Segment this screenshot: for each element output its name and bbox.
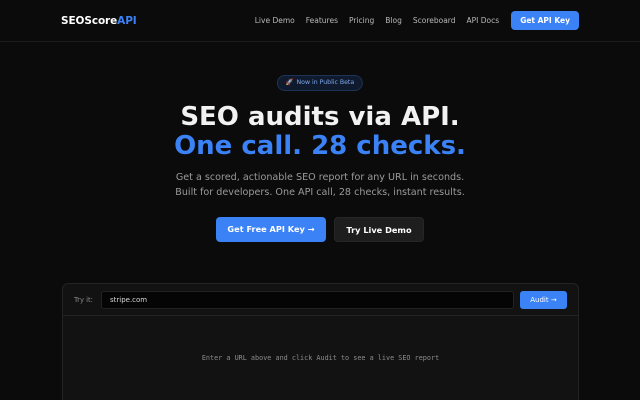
nav-link-features[interactable]: Features — [306, 16, 338, 25]
url-input[interactable] — [100, 290, 514, 309]
audit-button[interactable]: Audit → — [520, 290, 567, 309]
hero-subtitle-line2: Built for developers. One API call, 28 c… — [175, 187, 465, 198]
site-logo[interactable]: SEOScoreAPI — [61, 15, 137, 27]
live-demo-panel: Try it: Audit → Enter a URL above and cl… — [62, 283, 579, 400]
nav-link-pricing[interactable]: Pricing — [349, 16, 374, 25]
nav-link-scoreboard[interactable]: Scoreboard — [413, 16, 456, 25]
demo-input-bar: Try it: Audit → — [63, 284, 578, 316]
get-api-key-button[interactable]: Get API Key — [511, 11, 579, 30]
hero-title-line1: SEO audits via API. — [180, 102, 460, 132]
hero-title-line2: One call. 28 checks. — [174, 131, 466, 161]
empty-report-message: Enter a URL above and click Audit to see… — [201, 354, 440, 362]
nav-link-live-demo[interactable]: Live Demo — [255, 16, 295, 25]
try-it-label: Try it: — [74, 295, 93, 304]
beta-badge-text: Now in Public Beta — [296, 79, 355, 86]
beta-badge: 🚀 Now in Public Beta — [276, 75, 364, 91]
top-navbar: SEOScoreAPI Live Demo Features Pricing B… — [0, 0, 640, 42]
logo-accent-text: API — [117, 14, 137, 27]
nav-link-api-docs[interactable]: API Docs — [467, 16, 500, 25]
hero-subtitle-line1: Get a scored, actionable SEO report for … — [175, 172, 465, 183]
nav-links: Live Demo Features Pricing Blog Scoreboa… — [255, 11, 579, 30]
get-free-api-key-button[interactable]: Get Free API Key → — [216, 217, 326, 242]
try-live-demo-button[interactable]: Try Live Demo — [334, 217, 424, 242]
nav-link-blog[interactable]: Blog — [385, 16, 402, 25]
logo-text: SEOScore — [61, 14, 118, 27]
rocket-icon: 🚀 — [285, 79, 294, 86]
